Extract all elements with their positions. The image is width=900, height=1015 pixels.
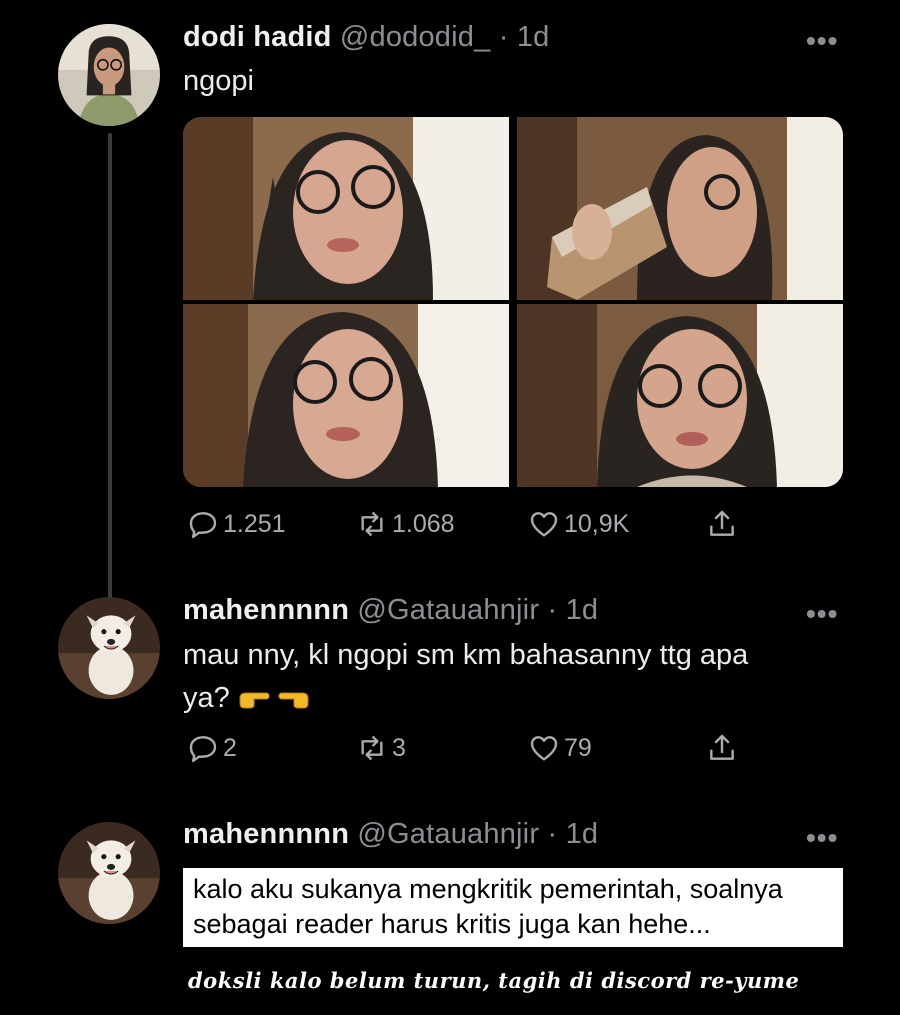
pointing-right-hand-icon — [238, 688, 270, 710]
reply2-text-overlay: kalo aku sukanya mengkritik pemerintah, … — [183, 868, 843, 947]
like-button[interactable]: 10,9K — [528, 508, 629, 540]
reply1-reply-button[interactable]: 2 — [187, 732, 237, 764]
author-handle[interactable]: @dododid_ — [340, 21, 491, 53]
reply2-overlay-line2: sebagai reader harus kritis juga kan heh… — [193, 909, 711, 939]
like-count: 10,9K — [564, 509, 630, 538]
pointing-left-hand-icon — [278, 688, 310, 710]
heart-icon — [530, 736, 558, 761]
photo-3[interactable] — [183, 304, 509, 487]
reply2-author-handle[interactable]: @Gatauahnjir — [357, 818, 539, 850]
reply1-text: mau nny, kl ngopi sm km bahasanny ttg ap… — [183, 634, 748, 720]
author-name[interactable]: dodi hadid — [183, 21, 332, 53]
reply1-like-button[interactable]: 79 — [528, 732, 592, 764]
reply1-header: mahennnnn @Gatauahnjir · 1d — [183, 594, 598, 627]
reply1-text-line2-wrap: ya? — [183, 677, 748, 720]
retweet-icon — [361, 512, 383, 536]
reply2-author-name[interactable]: mahennnnn — [183, 818, 349, 850]
tweet-time[interactable]: · 1d — [499, 21, 550, 53]
reply2-more-options-icon[interactable]: ••• — [806, 822, 838, 854]
avatar-dodi[interactable] — [58, 24, 160, 126]
reply1-like-count: 79 — [564, 733, 592, 762]
reply1-time[interactable]: · 1d — [547, 594, 598, 626]
reply2-time[interactable]: · 1d — [547, 818, 598, 850]
tweet-text: ngopi — [183, 65, 254, 97]
reply1-retweet-button[interactable]: 3 — [356, 732, 406, 764]
reply1-more-options-icon[interactable]: ••• — [806, 598, 838, 630]
reply1-share-button[interactable] — [706, 732, 738, 764]
retweet-button[interactable]: 1.068 — [356, 508, 455, 540]
reply2-header: mahennnnn @Gatauahnjir · 1d — [183, 818, 598, 851]
share-icon — [710, 510, 734, 536]
share-button[interactable] — [706, 508, 738, 540]
reply1-text-line1: mau nny, kl ngopi sm km bahasanny ttg ap… — [183, 639, 749, 671]
avatar-mahennnnn[interactable] — [58, 597, 160, 699]
reply1-text-line2: ya? — [183, 682, 230, 714]
reply1-retweet-count: 3 — [392, 733, 406, 762]
heart-icon — [530, 512, 558, 537]
retweet-count: 1.068 — [392, 509, 455, 538]
more-options-icon[interactable]: ••• — [806, 25, 838, 57]
reply-icon — [189, 736, 217, 763]
media-grid — [183, 117, 843, 487]
photo-1[interactable] — [183, 117, 509, 300]
retweet-icon — [361, 736, 383, 760]
reply1-author-handle[interactable]: @Gatauahnjir — [357, 594, 539, 626]
reply-count: 1.251 — [223, 509, 286, 538]
reply1-reply-count: 2 — [223, 733, 237, 762]
reply-button[interactable]: 1.251 — [187, 508, 286, 540]
photo-2[interactable] — [517, 117, 843, 300]
tweet-header: dodi hadid @dododid_ · 1d — [183, 21, 550, 54]
reply-icon — [189, 512, 217, 539]
avatar-mahennnnn-2[interactable] — [58, 822, 160, 924]
reply2-overlay-line1: kalo aku sukanya mengkritik pemerintah, … — [193, 874, 783, 904]
reply1-author-name[interactable]: mahennnnn — [183, 594, 349, 626]
photo-4[interactable] — [517, 304, 843, 487]
share-icon — [710, 734, 734, 760]
watermark-caption: doksli kalo belum turun, tagih di discor… — [188, 968, 800, 993]
thread-connector — [108, 133, 112, 613]
